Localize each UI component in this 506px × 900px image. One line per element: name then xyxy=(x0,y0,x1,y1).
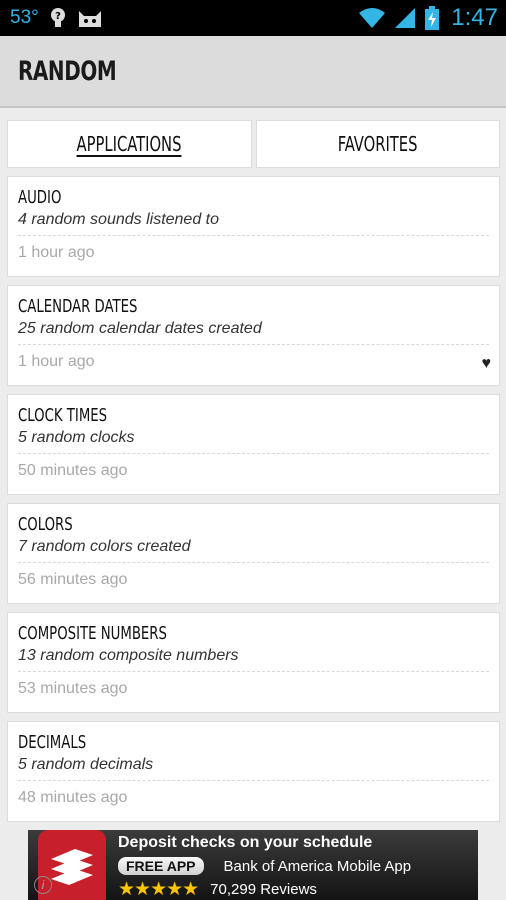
signal-icon xyxy=(395,8,416,28)
item-subtitle: 13 random composite numbers xyxy=(18,647,239,664)
tab-favorites[interactable]: FAVORITES xyxy=(255,120,500,168)
item-title: AUDIO xyxy=(18,187,62,208)
ad-content: Deposit checks on your schedule FREE APP… xyxy=(106,830,478,900)
favorite-heart-icon[interactable]: ♥ xyxy=(482,356,492,372)
info-bulb-icon: ? xyxy=(49,7,67,29)
item-subtitle: 4 random sounds listened to xyxy=(18,211,220,228)
item-timestamp: 50 minutes ago xyxy=(18,462,128,479)
item-subtitle: 5 random decimals xyxy=(18,756,154,773)
divider xyxy=(18,562,489,563)
generator-list: AUDIO 4 random sounds listened to 1 hour… xyxy=(7,176,500,830)
item-subtitle: 25 random calendar dates created xyxy=(18,320,262,337)
item-timestamp: 1 hour ago xyxy=(18,244,95,261)
status-bar: 53° ? 1:47 xyxy=(0,0,506,36)
clock-time: 1:47 xyxy=(451,4,498,31)
free-app-button[interactable]: FREE APP xyxy=(118,857,204,875)
temperature-readout: 53° xyxy=(10,7,39,28)
list-item[interactable]: COLORS 7 random colors created 56 minute… xyxy=(7,503,500,604)
android-cat-icon xyxy=(77,7,103,29)
divider xyxy=(18,235,489,236)
item-title: DECIMALS xyxy=(18,732,87,753)
info-icon[interactable]: i xyxy=(34,876,52,894)
ad-headline: Deposit checks on your schedule xyxy=(118,834,373,851)
list-item[interactable]: DECIMALS 5 random decimals 48 minutes ag… xyxy=(7,721,500,822)
item-timestamp: 48 minutes ago xyxy=(18,789,128,806)
item-timestamp: 53 minutes ago xyxy=(18,680,128,697)
divider xyxy=(18,344,489,345)
tab-bar: APPLICATIONS FAVORITES xyxy=(7,120,500,168)
tab-label: FAVORITES xyxy=(337,132,418,156)
item-timestamp: 1 hour ago xyxy=(18,353,95,370)
item-title: COMPOSITE NUMBERS xyxy=(18,623,167,644)
list-item[interactable]: COMPOSITE NUMBERS 13 random composite nu… xyxy=(7,612,500,713)
divider xyxy=(18,780,489,781)
list-item[interactable]: CALENDAR DATES 25 random calendar dates … xyxy=(7,285,500,386)
tab-label: APPLICATIONS xyxy=(76,132,182,156)
divider xyxy=(18,453,489,454)
svg-text:?: ? xyxy=(55,11,61,22)
item-title: COLORS xyxy=(18,514,73,535)
item-title: CLOCK TIMES xyxy=(18,405,108,426)
wifi-icon xyxy=(359,8,386,28)
action-bar: RANDOM xyxy=(0,36,506,108)
ad-review-count: 70,299 Reviews xyxy=(210,881,317,898)
ad-banner[interactable]: Deposit checks on your schedule FREE APP… xyxy=(28,830,478,900)
item-subtitle: 7 random colors created xyxy=(18,538,191,555)
ad-app-name: Bank of America Mobile App xyxy=(223,857,412,875)
item-subtitle: 5 random clocks xyxy=(18,429,135,446)
item-title: CALENDAR DATES xyxy=(18,296,138,317)
rating-stars-icon: ★★★★★ xyxy=(118,879,199,900)
battery-charging-icon xyxy=(425,6,440,30)
tab-applications[interactable]: APPLICATIONS xyxy=(7,120,252,168)
list-item[interactable]: AUDIO 4 random sounds listened to 1 hour… xyxy=(7,176,500,277)
list-item[interactable]: CLOCK TIMES 5 random clocks 50 minutes a… xyxy=(7,394,500,495)
divider xyxy=(18,671,489,672)
page-title: RANDOM xyxy=(18,55,117,87)
item-timestamp: 56 minutes ago xyxy=(18,571,128,588)
